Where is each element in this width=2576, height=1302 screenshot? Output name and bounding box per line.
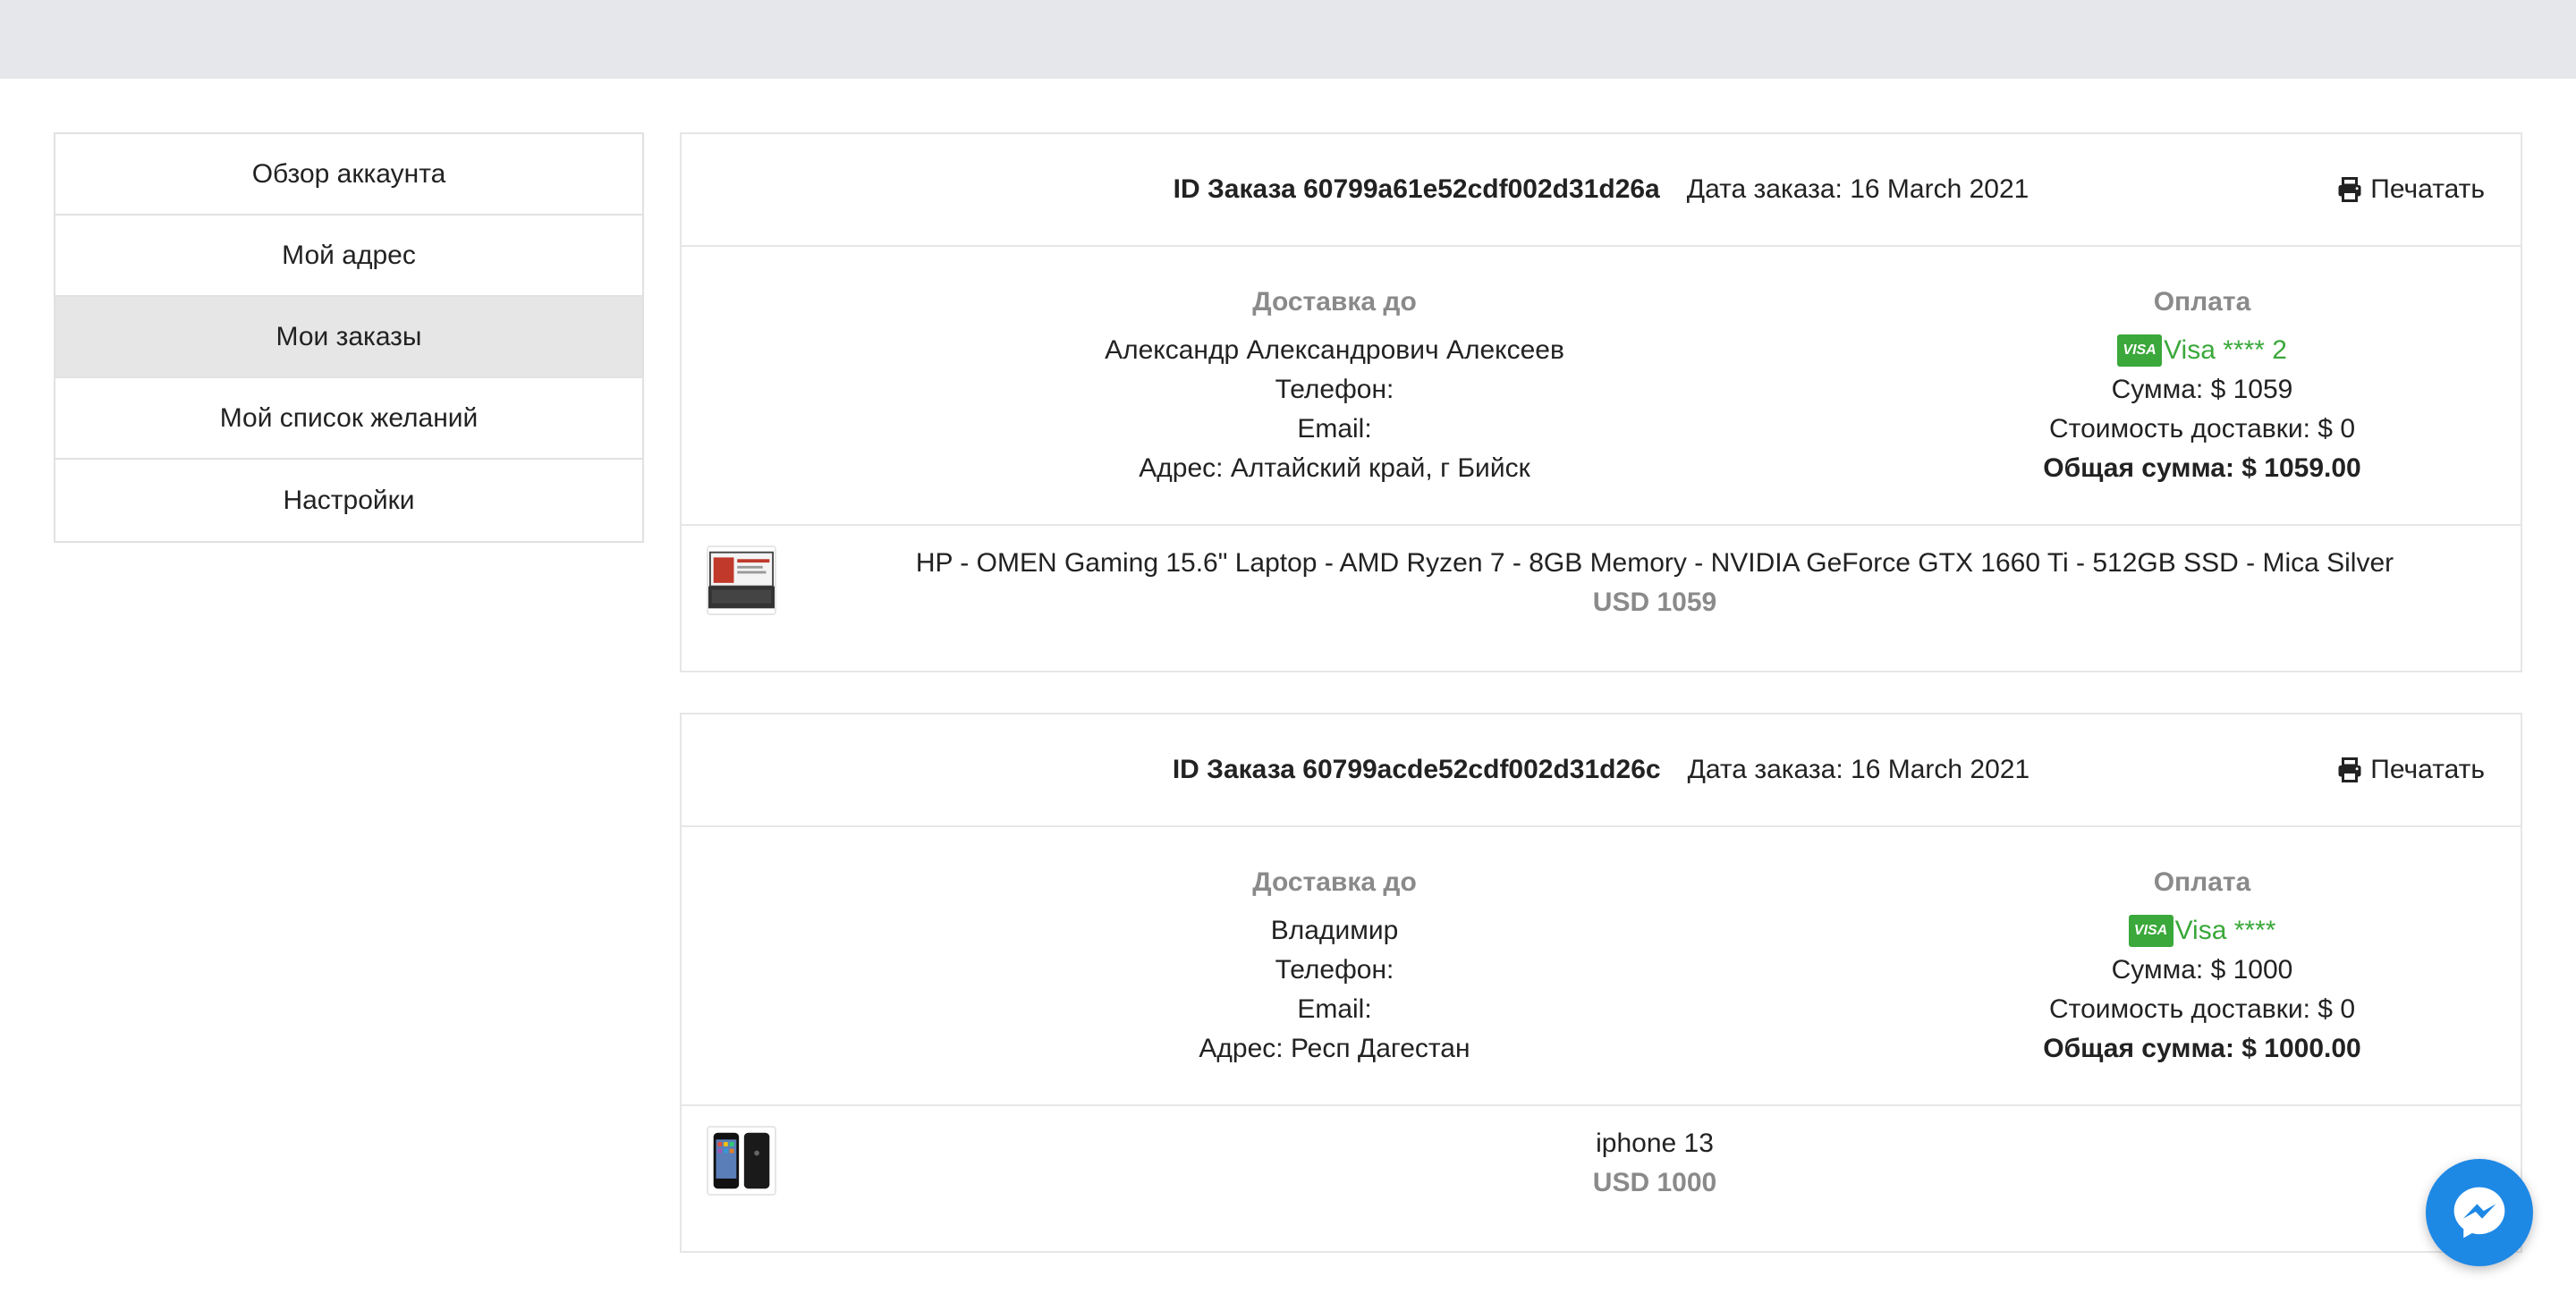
print-label: Печатать (2370, 174, 2485, 204)
sidebar-item-settings[interactable]: Настройки (55, 460, 642, 541)
account-sidebar: Обзор аккаунта Мой адрес Мои заказы Мой … (54, 132, 644, 543)
card-label: Visa **** 2 (2164, 335, 2287, 365)
print-button[interactable]: Печатать (2336, 134, 2485, 245)
phone-image-icon (708, 1128, 775, 1194)
order-line-item: HP - OMEN Gaming 15.6" Laptop - AMD Ryze… (682, 526, 2521, 669)
product-thumbnail[interactable] (707, 1126, 776, 1196)
recipient-address: Адрес: Алтайский край, г Бийск (1139, 453, 1530, 483)
order-total: Общая сумма: $ 1000.00 (2043, 1034, 2361, 1063)
recipient-name: Александр Александрович Алексеев (1105, 335, 1564, 365)
shipping-cost: Стоимость доставки: $ 0 (2049, 414, 2355, 444)
recipient-name: Владимир (1270, 916, 1399, 945)
payment-info: Оплата VISA Visa **** Сумма: $ 1000 Стои… (1987, 863, 2417, 1069)
product-info: iphone 13 USD 1000 (789, 1124, 2521, 1203)
messenger-chat-button[interactable] (2426, 1159, 2533, 1266)
visa-card-icon: VISA (2128, 915, 2174, 947)
order-sum: Сумма: $ 1059 (2111, 375, 2293, 404)
order-line-item: iphone 13 USD 1000 (682, 1106, 2521, 1249)
print-label: Печатать (2370, 755, 2485, 784)
shipping-cost: Стоимость доставки: $ 0 (2049, 994, 2355, 1024)
sidebar-item-account-overview[interactable]: Обзор аккаунта (55, 134, 642, 216)
order-card: ID Заказа 60799a61e52cdf002d31d26a Дата … (680, 132, 2522, 672)
order-sum: Сумма: $ 1000 (2111, 955, 2293, 985)
shipping-info: Доставка до Александр Александрович Алек… (932, 283, 1737, 488)
visa-card-icon: VISA (2117, 334, 2163, 367)
order-id: ID Заказа 60799acde52cdf002d31d26c (1172, 755, 1661, 784)
sidebar-item-my-orders[interactable]: Мои заказы (55, 297, 642, 378)
messenger-icon (2453, 1187, 2505, 1239)
recipient-email: Email: (1297, 414, 1372, 444)
order-card: ID Заказа 60799acde52cdf002d31d26c Дата … (680, 713, 2522, 1253)
payment-title: Оплата (2153, 287, 2251, 317)
printer-icon (2338, 177, 2361, 202)
sidebar-item-my-address[interactable]: Мой адрес (55, 216, 642, 297)
product-price: USD 1000 (1592, 1168, 1717, 1197)
recipient-phone: Телефон: (1275, 955, 1394, 985)
print-button[interactable]: Печатать (2336, 714, 2485, 825)
order-header: ID Заказа 60799acde52cdf002d31d26c Дата … (682, 714, 2521, 827)
order-id: ID Заказа 60799a61e52cdf002d31d26a (1173, 174, 1660, 204)
payment-info: Оплата VISA Visa **** 2 Сумма: $ 1059 Ст… (1987, 283, 2417, 488)
card-label: Visa **** (2174, 916, 2276, 945)
order-details: Доставка до Владимир Телефон: Email: Адр… (682, 827, 2521, 1106)
recipient-email: Email: (1297, 994, 1372, 1024)
product-name[interactable]: iphone 13 (789, 1124, 2521, 1163)
order-header: ID Заказа 60799a61e52cdf002d31d26a Дата … (682, 134, 2521, 247)
order-date: Дата заказа: 16 March 2021 (1687, 755, 2030, 784)
shipping-info: Доставка до Владимир Телефон: Email: Адр… (932, 863, 1737, 1069)
recipient-phone: Телефон: (1275, 375, 1394, 404)
payment-card: VISA Visa **** 2 (1987, 331, 2417, 370)
top-header-bar (0, 0, 2576, 79)
shipping-title: Доставка до (1252, 287, 1417, 317)
payment-card: VISA Visa **** (1987, 911, 2417, 951)
order-total: Общая сумма: $ 1059.00 (2043, 453, 2361, 483)
shipping-title: Доставка до (1252, 867, 1417, 897)
product-thumbnail[interactable] (707, 545, 776, 615)
sidebar-item-wishlist[interactable]: Мой список желаний (55, 378, 642, 460)
laptop-image-icon (708, 547, 775, 613)
order-details: Доставка до Александр Александрович Алек… (682, 247, 2521, 526)
product-name[interactable]: HP - OMEN Gaming 15.6" Laptop - AMD Ryze… (789, 544, 2521, 583)
payment-title: Оплата (2153, 867, 2251, 897)
order-date: Дата заказа: 16 March 2021 (1686, 174, 2029, 204)
recipient-address: Адрес: Респ Дагестан (1199, 1034, 1470, 1063)
product-info: HP - OMEN Gaming 15.6" Laptop - AMD Ryze… (789, 544, 2521, 622)
printer-icon (2338, 757, 2361, 782)
product-price: USD 1059 (1592, 588, 1717, 617)
